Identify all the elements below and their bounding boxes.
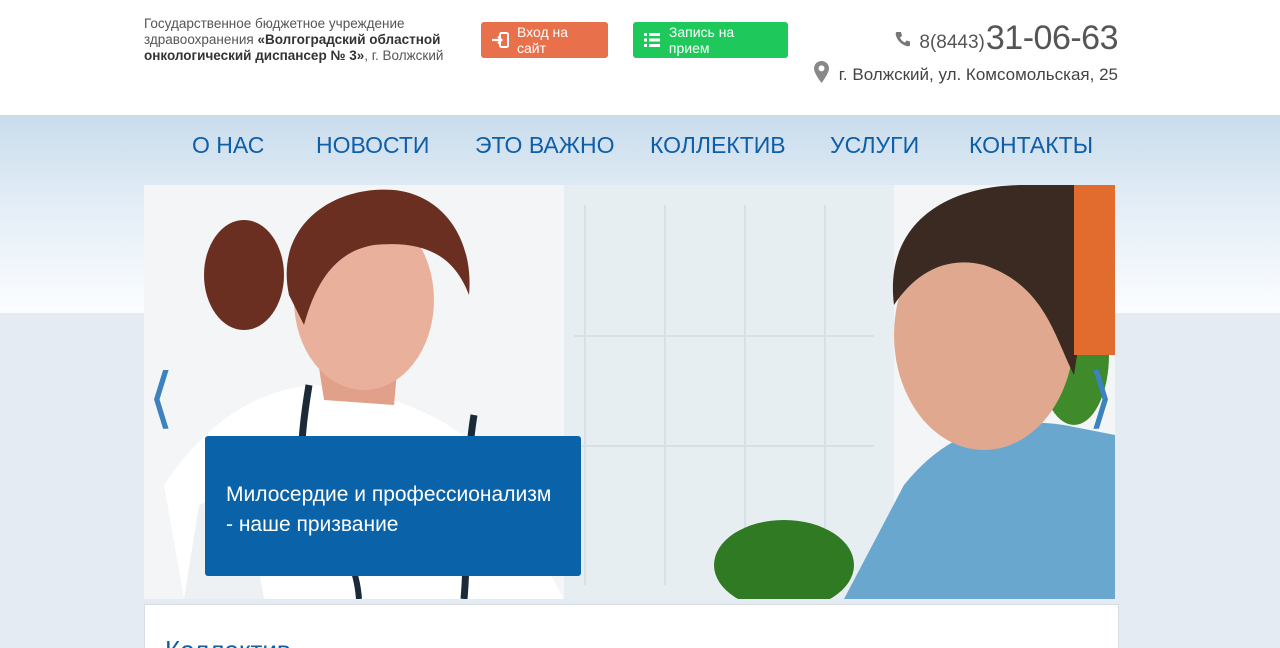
main-nav: О НАС НОВОСТИ ЭТО ВАЖНО КОЛЛЕКТИВ УСЛУГИ…: [144, 132, 1116, 172]
appointment-button[interactable]: Запись на прием: [633, 22, 788, 58]
map-marker-icon: [813, 61, 829, 88]
slider-caption-text: Милосердие и профессионализм - наше приз…: [226, 483, 552, 536]
slider-next-button[interactable]: ⟩: [1086, 360, 1116, 436]
login-button-label: Вход на сайт: [517, 24, 569, 56]
login-button[interactable]: Вход на сайт: [481, 22, 608, 58]
content-section: Коллектив: [144, 604, 1119, 648]
org-city: , г. Волжский: [364, 48, 444, 63]
phone-icon: [895, 31, 911, 52]
address-text: г. Волжский, ул. Комсомольская, 25: [838, 64, 1118, 84]
sign-in-icon: [491, 32, 509, 48]
slider-caption: Милосердие и профессионализм - наше приз…: [205, 436, 581, 576]
nav-item-team[interactable]: КОЛЛЕКТИВ: [650, 132, 786, 159]
phone-number[interactable]: 8(8443) 31-06-63: [895, 18, 1119, 58]
nav-item-news[interactable]: НОВОСТИ: [316, 132, 429, 159]
organization-name: Государственное бюджетное учреждение здр…: [144, 16, 449, 64]
nav-item-about[interactable]: О НАС: [192, 132, 264, 159]
nav-item-contacts[interactable]: КОНТАКТЫ: [969, 132, 1093, 159]
phone-code: 8(8443): [919, 32, 985, 53]
site-header: Государственное бюджетное учреждение здр…: [0, 0, 1280, 115]
nav-item-important[interactable]: ЭТО ВАЖНО: [475, 132, 614, 159]
list-icon: [643, 32, 661, 48]
phone-main: 31-06-63: [985, 19, 1119, 57]
slider-prev-button[interactable]: ⟨: [146, 360, 176, 436]
appointment-button-label: Запись на прием: [668, 24, 735, 56]
nav-item-services[interactable]: УСЛУГИ: [830, 132, 919, 159]
address: г. Волжский, ул. Комсомольская, 25: [813, 61, 1118, 88]
section-title: Коллектив: [165, 635, 291, 648]
